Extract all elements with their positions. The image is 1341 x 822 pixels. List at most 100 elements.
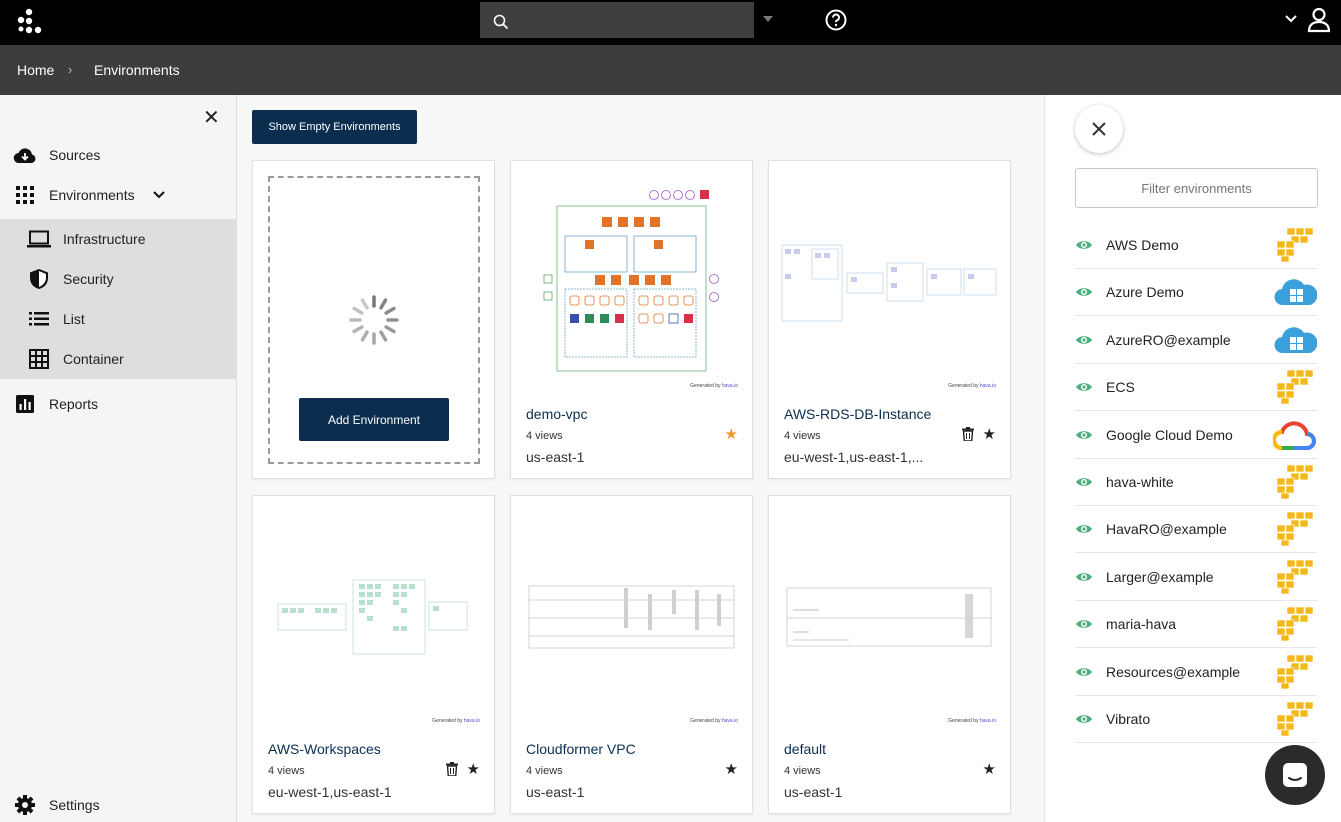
add-environment-button[interactable]: Add Environment (299, 398, 449, 441)
cloud-download-icon (13, 143, 37, 167)
generated-by-brand: hava.io (721, 718, 738, 724)
hava-logo-icon[interactable] (14, 7, 44, 37)
close-icon (1092, 122, 1106, 136)
sidebar-item-security[interactable]: Security (0, 259, 237, 299)
azure-provider-icon (1273, 275, 1318, 309)
breadcrumb-home-link[interactable]: Home (17, 62, 54, 78)
show-empty-environments-button[interactable]: Show Empty Environments (252, 110, 417, 144)
filter-environments-input[interactable] (1075, 168, 1318, 208)
environment-name[interactable]: default (784, 741, 826, 757)
eye-icon[interactable] (1075, 568, 1093, 586)
environment-region: us-east-1 (526, 784, 585, 800)
environment-region: eu-west-1,us-east-1,... (784, 449, 924, 465)
environment-list-item[interactable]: Larger@example (1075, 554, 1317, 601)
environment-diagram-thumbnail[interactable]: Generated by hava.io (263, 514, 486, 724)
star-icon[interactable]: ★ (725, 760, 738, 778)
sidebar-item-label: Security (63, 271, 114, 287)
sidebar-item-list[interactable]: List (0, 299, 237, 339)
sidebar: ✕ Sources Environments Infrastructure Se… (0, 95, 237, 822)
sidebar-item-label: Sources (49, 147, 101, 163)
laptop-icon (27, 227, 51, 251)
environment-name[interactable]: AWS-RDS-DB-Instance (784, 406, 931, 422)
eye-icon[interactable] (1075, 283, 1093, 301)
environment-diagram-thumbnail[interactable]: Generated by hava.io (779, 514, 1002, 724)
generated-by-brand: hava.io (721, 383, 738, 389)
grid-icon (13, 183, 37, 207)
eye-icon[interactable] (1075, 331, 1093, 349)
search-input[interactable] (480, 2, 754, 38)
aws-provider-icon (1273, 464, 1317, 500)
generated-by-prefix: Generated by (690, 718, 721, 724)
environment-list-name: AzureRO@example (1106, 331, 1231, 348)
generated-by-label: Generated by hava.io (690, 718, 738, 724)
environment-diagram-thumbnail[interactable]: Generated by hava.io (521, 514, 744, 724)
environment-diagram-thumbnail[interactable]: Generated by hava.io (521, 179, 744, 389)
eye-icon[interactable] (1075, 426, 1093, 444)
sidebar-item-infrastructure[interactable]: Infrastructure (0, 219, 237, 259)
eye-icon[interactable] (1075, 710, 1093, 728)
gear-icon (13, 793, 37, 817)
sidebar-item-environments[interactable]: Environments (0, 175, 237, 215)
environment-list-item[interactable]: Azure Demo (1075, 269, 1318, 317)
generated-by-prefix: Generated by (948, 718, 979, 724)
environment-card[interactable]: Generated by hava.io Cloudformer VPC 4 v… (510, 495, 753, 814)
environment-region: us-east-1 (784, 784, 843, 800)
environment-views: 4 views (268, 765, 305, 777)
star-icon[interactable]: ★ (467, 760, 480, 778)
sidebar-item-sources[interactable]: Sources (0, 135, 237, 175)
environment-list-item[interactable]: maria-hava (1075, 601, 1317, 649)
environment-card[interactable]: Generated by hava.io demo-vpc 4 views us… (510, 160, 753, 479)
close-icon[interactable]: ✕ (203, 108, 220, 128)
environment-diagram-thumbnail[interactable]: Generated by hava.io (779, 179, 1002, 389)
environments-grid: Show Empty Environments Add Environment (238, 95, 1044, 822)
aws-provider-icon (1273, 227, 1317, 263)
sidebar-item-reports[interactable]: Reports (0, 384, 237, 424)
star-icon[interactable]: ★ (983, 425, 996, 443)
close-panel-button[interactable] (1075, 105, 1123, 153)
aws-provider-icon (1273, 559, 1317, 595)
generated-by-prefix: Generated by (690, 383, 721, 389)
environment-name[interactable]: Cloudformer VPC (526, 741, 636, 757)
environment-list-item[interactable]: HavaRO@example (1075, 506, 1317, 554)
help-icon[interactable] (825, 9, 847, 31)
aws-provider-icon (1273, 701, 1317, 737)
search-dropdown-caret-icon[interactable] (763, 16, 773, 22)
environment-list-item[interactable]: ECS (1075, 364, 1317, 412)
trash-icon[interactable] (446, 762, 458, 776)
chevron-down-icon[interactable] (1285, 14, 1297, 24)
star-icon[interactable]: ★ (725, 425, 738, 443)
breadcrumb-separator: › (68, 62, 73, 77)
list-icon (27, 307, 51, 331)
environment-list-item[interactable]: Vibrato (1075, 696, 1317, 743)
eye-icon[interactable] (1075, 663, 1093, 681)
eye-icon[interactable] (1075, 236, 1093, 254)
eye-icon[interactable] (1075, 520, 1093, 538)
environment-card[interactable]: Generated by hava.io default 4 views us-… (768, 495, 1011, 814)
environment-list-name: Larger@example (1106, 568, 1214, 585)
trash-icon[interactable] (962, 427, 974, 441)
environment-list-item[interactable]: AzureRO@example (1075, 317, 1318, 364)
eye-icon[interactable] (1075, 473, 1093, 491)
user-icon[interactable] (1307, 7, 1331, 33)
generated-by-label: Generated by hava.io (948, 718, 996, 724)
environment-name[interactable]: AWS-Workspaces (268, 741, 381, 757)
environment-list-item[interactable]: Resources@example (1075, 649, 1317, 696)
environment-list-item[interactable]: hava-white (1075, 459, 1317, 506)
sidebar-item-settings[interactable]: Settings (0, 785, 237, 822)
star-icon[interactable]: ★ (983, 760, 996, 778)
eye-icon[interactable] (1075, 615, 1093, 633)
chevron-down-icon[interactable] (152, 191, 165, 199)
chat-launcher-button[interactable] (1265, 745, 1325, 805)
sidebar-item-container[interactable]: Container (0, 339, 237, 379)
environment-list-item[interactable]: Google Cloud Demo (1075, 412, 1317, 459)
generated-by-label: Generated by hava.io (948, 383, 996, 389)
environment-card[interactable]: Generated by hava.io AWS-RDS-DB-Instance… (768, 160, 1011, 479)
environment-filter-panel: AWS Demo Azure Demo AzureRO@example ECS Goog… (1044, 95, 1341, 822)
environment-name[interactable]: demo-vpc (526, 406, 587, 422)
environment-list-item[interactable]: AWS Demo (1075, 222, 1317, 269)
environment-list-name: ECS (1106, 379, 1135, 396)
eye-icon[interactable] (1075, 378, 1093, 396)
aws-provider-icon (1273, 512, 1317, 547)
environment-card[interactable]: Generated by hava.io AWS-Workspaces 4 vi… (252, 495, 495, 814)
environment-list-name: AWS Demo (1106, 237, 1179, 253)
